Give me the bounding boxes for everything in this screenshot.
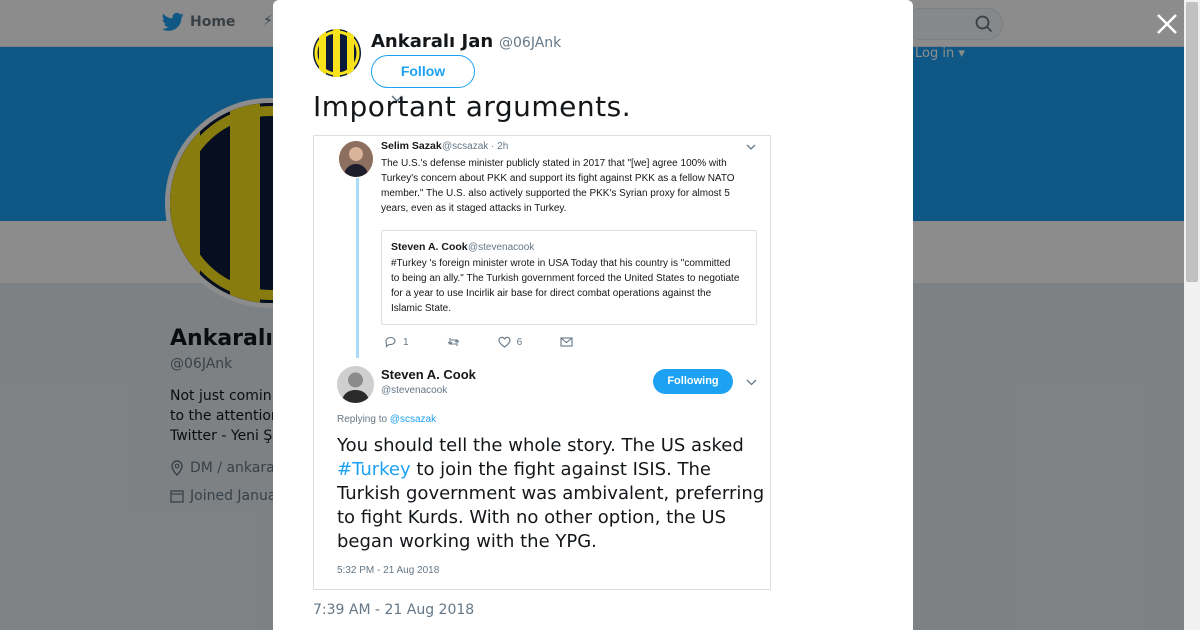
envelope-icon	[560, 337, 573, 347]
chevron-down-icon	[746, 144, 756, 150]
cook-handle: @stevenacook	[381, 385, 448, 396]
replying-to: Replying to @scsazak	[337, 414, 436, 425]
cook-avatar	[337, 366, 374, 403]
tweet-image[interactable]: Selim Sazak @scsazak · 2h The U.S.'s def…	[313, 135, 771, 590]
heart-icon	[498, 336, 511, 348]
like-count: 6	[516, 336, 523, 348]
quoted-text: #Turkey 's foreign minister wrote in USA…	[391, 258, 740, 314]
cook-text-part: You should tell the whole story. The US …	[337, 435, 744, 456]
tweet-modal: Ankaralı Jan @06JAnk Follow Important ar…	[273, 0, 913, 630]
tweet-actions: 1 6	[384, 336, 611, 348]
chevron-down-icon	[746, 379, 757, 386]
scrollbar-thumb[interactable]	[1186, 2, 1198, 282]
quoted-name: Steven A. Cook	[391, 241, 468, 253]
selim-name: Selim Sazak	[381, 140, 442, 152]
author-handle[interactable]: @06JAnk	[499, 35, 561, 51]
reply-icon	[385, 336, 396, 348]
retweet-action	[447, 336, 460, 348]
like-action: 6	[498, 336, 523, 348]
selim-tweet-text: The U.S.'s defense minister publicly sta…	[381, 158, 735, 214]
embedded-screenshot: Selim Sazak @scsazak · 2h The U.S.'s def…	[314, 136, 770, 589]
cook-name: Steven A. Cook	[381, 367, 476, 382]
replying-mention: @scsazak	[389, 414, 437, 425]
author-name[interactable]: Ankaralı Jan	[371, 31, 493, 52]
reply-count: 1	[403, 336, 409, 348]
author-avatar[interactable]	[313, 29, 361, 77]
quoted-tweet: Steven A. Cook @stevenacook #Turkey 's f…	[381, 230, 757, 325]
quoted-handle: @stevenacook	[468, 242, 535, 253]
replying-prefix: Replying to	[337, 414, 390, 425]
retweet-icon	[447, 338, 459, 346]
close-icon[interactable]	[1154, 11, 1180, 37]
tweet-text: Important arguments.	[313, 90, 632, 123]
selim-handle: @scsazak · 2h	[442, 141, 509, 152]
tweet-timestamp[interactable]: 7:39 AM - 21 Aug 2018	[313, 602, 474, 618]
hashtag-turkey: #Turkey	[337, 459, 411, 480]
cook-tweet-time: 5:32 PM - 21 Aug 2018	[337, 565, 440, 576]
reply-action: 1	[384, 336, 409, 348]
selim-avatar	[339, 141, 373, 177]
following-button: Following	[653, 369, 733, 394]
cook-tweet-text: You should tell the whole story. The US …	[337, 434, 765, 554]
message-action	[560, 336, 573, 348]
thread-line	[356, 178, 359, 358]
follow-button[interactable]: Follow	[371, 55, 475, 88]
